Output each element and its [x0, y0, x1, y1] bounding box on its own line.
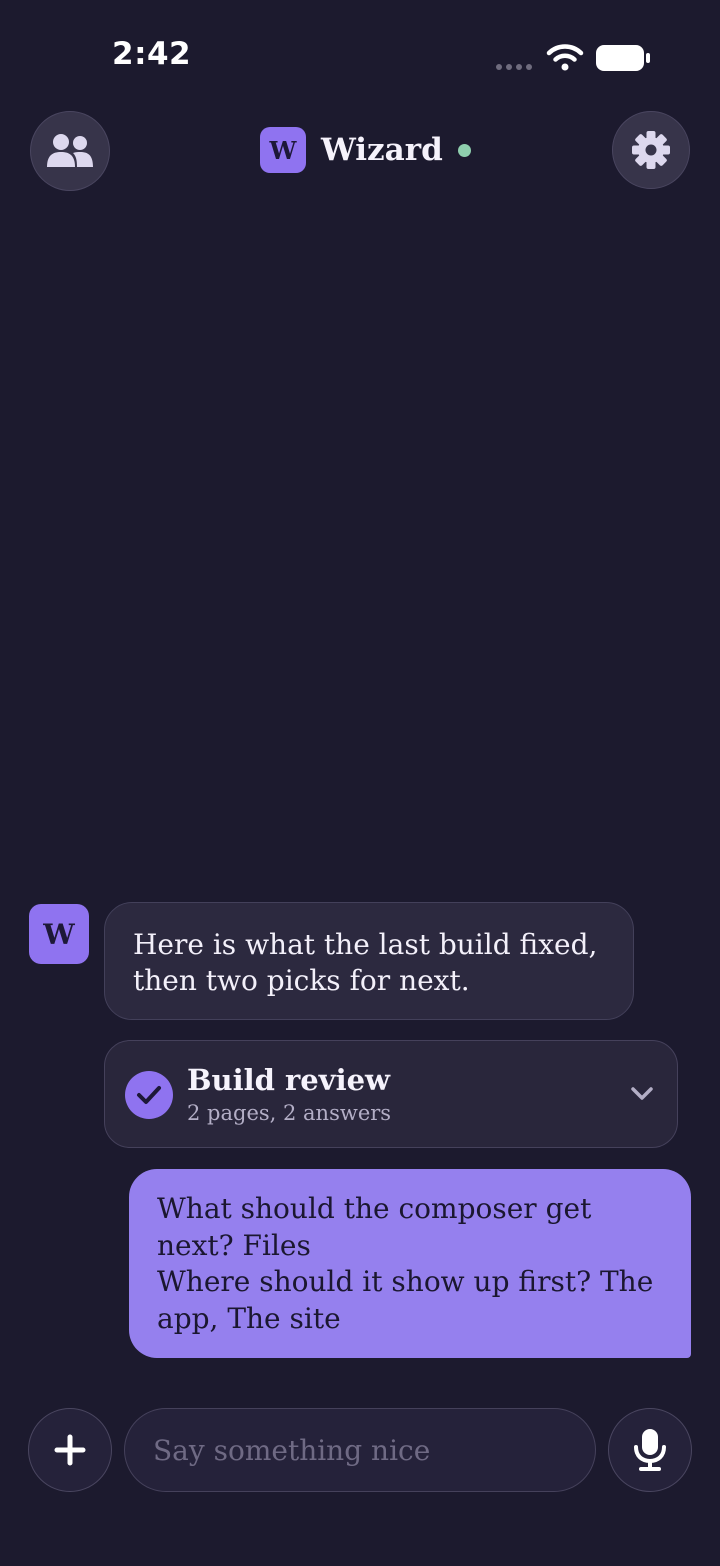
- settings-button[interactable]: [612, 111, 690, 189]
- plus-icon: [54, 1434, 86, 1466]
- assistant-name: Wizard: [321, 132, 443, 168]
- message-avatar: W: [29, 904, 89, 964]
- people-icon: [47, 134, 93, 167]
- build-review-card[interactable]: Build review 2 pages, 2 answers: [104, 1040, 678, 1148]
- assistant-message-bubble: Here is what the last build fixed, then …: [104, 902, 634, 1020]
- wifi-icon: [546, 44, 584, 71]
- online-status-dot: [457, 143, 471, 157]
- review-card-title: Build review: [187, 1063, 391, 1097]
- add-attachment-button[interactable]: [28, 1408, 112, 1492]
- battery-icon: [596, 45, 650, 71]
- message-text-line: Where should it show up first? The: [157, 1265, 654, 1298]
- chevron-down-icon[interactable]: [629, 1083, 655, 1103]
- cellular-signal-icon: [496, 64, 532, 70]
- microphone-icon: [634, 1429, 666, 1471]
- user-message-bubble: What should the composer get next? Files…: [129, 1169, 691, 1358]
- message-text-line: What should the composer get: [157, 1192, 592, 1225]
- voice-input-button[interactable]: [608, 1408, 692, 1492]
- check-circle-icon: [125, 1071, 173, 1119]
- message-text-line: next? Files: [157, 1228, 311, 1262]
- message-text-line: Here is what the last build fixed,: [133, 928, 598, 961]
- message-text-line: then two picks for next.: [133, 964, 470, 997]
- message-text-line: app, The site: [157, 1301, 341, 1335]
- message-input[interactable]: [124, 1408, 596, 1492]
- assistant-avatar: W: [260, 127, 306, 173]
- review-card-subtitle: 2 pages, 2 answers: [187, 1101, 392, 1125]
- people-button[interactable]: [30, 111, 110, 191]
- gear-icon: [632, 131, 670, 169]
- status-time: 2:42: [112, 36, 192, 72]
- chat-header: W Wizard: [260, 127, 471, 173]
